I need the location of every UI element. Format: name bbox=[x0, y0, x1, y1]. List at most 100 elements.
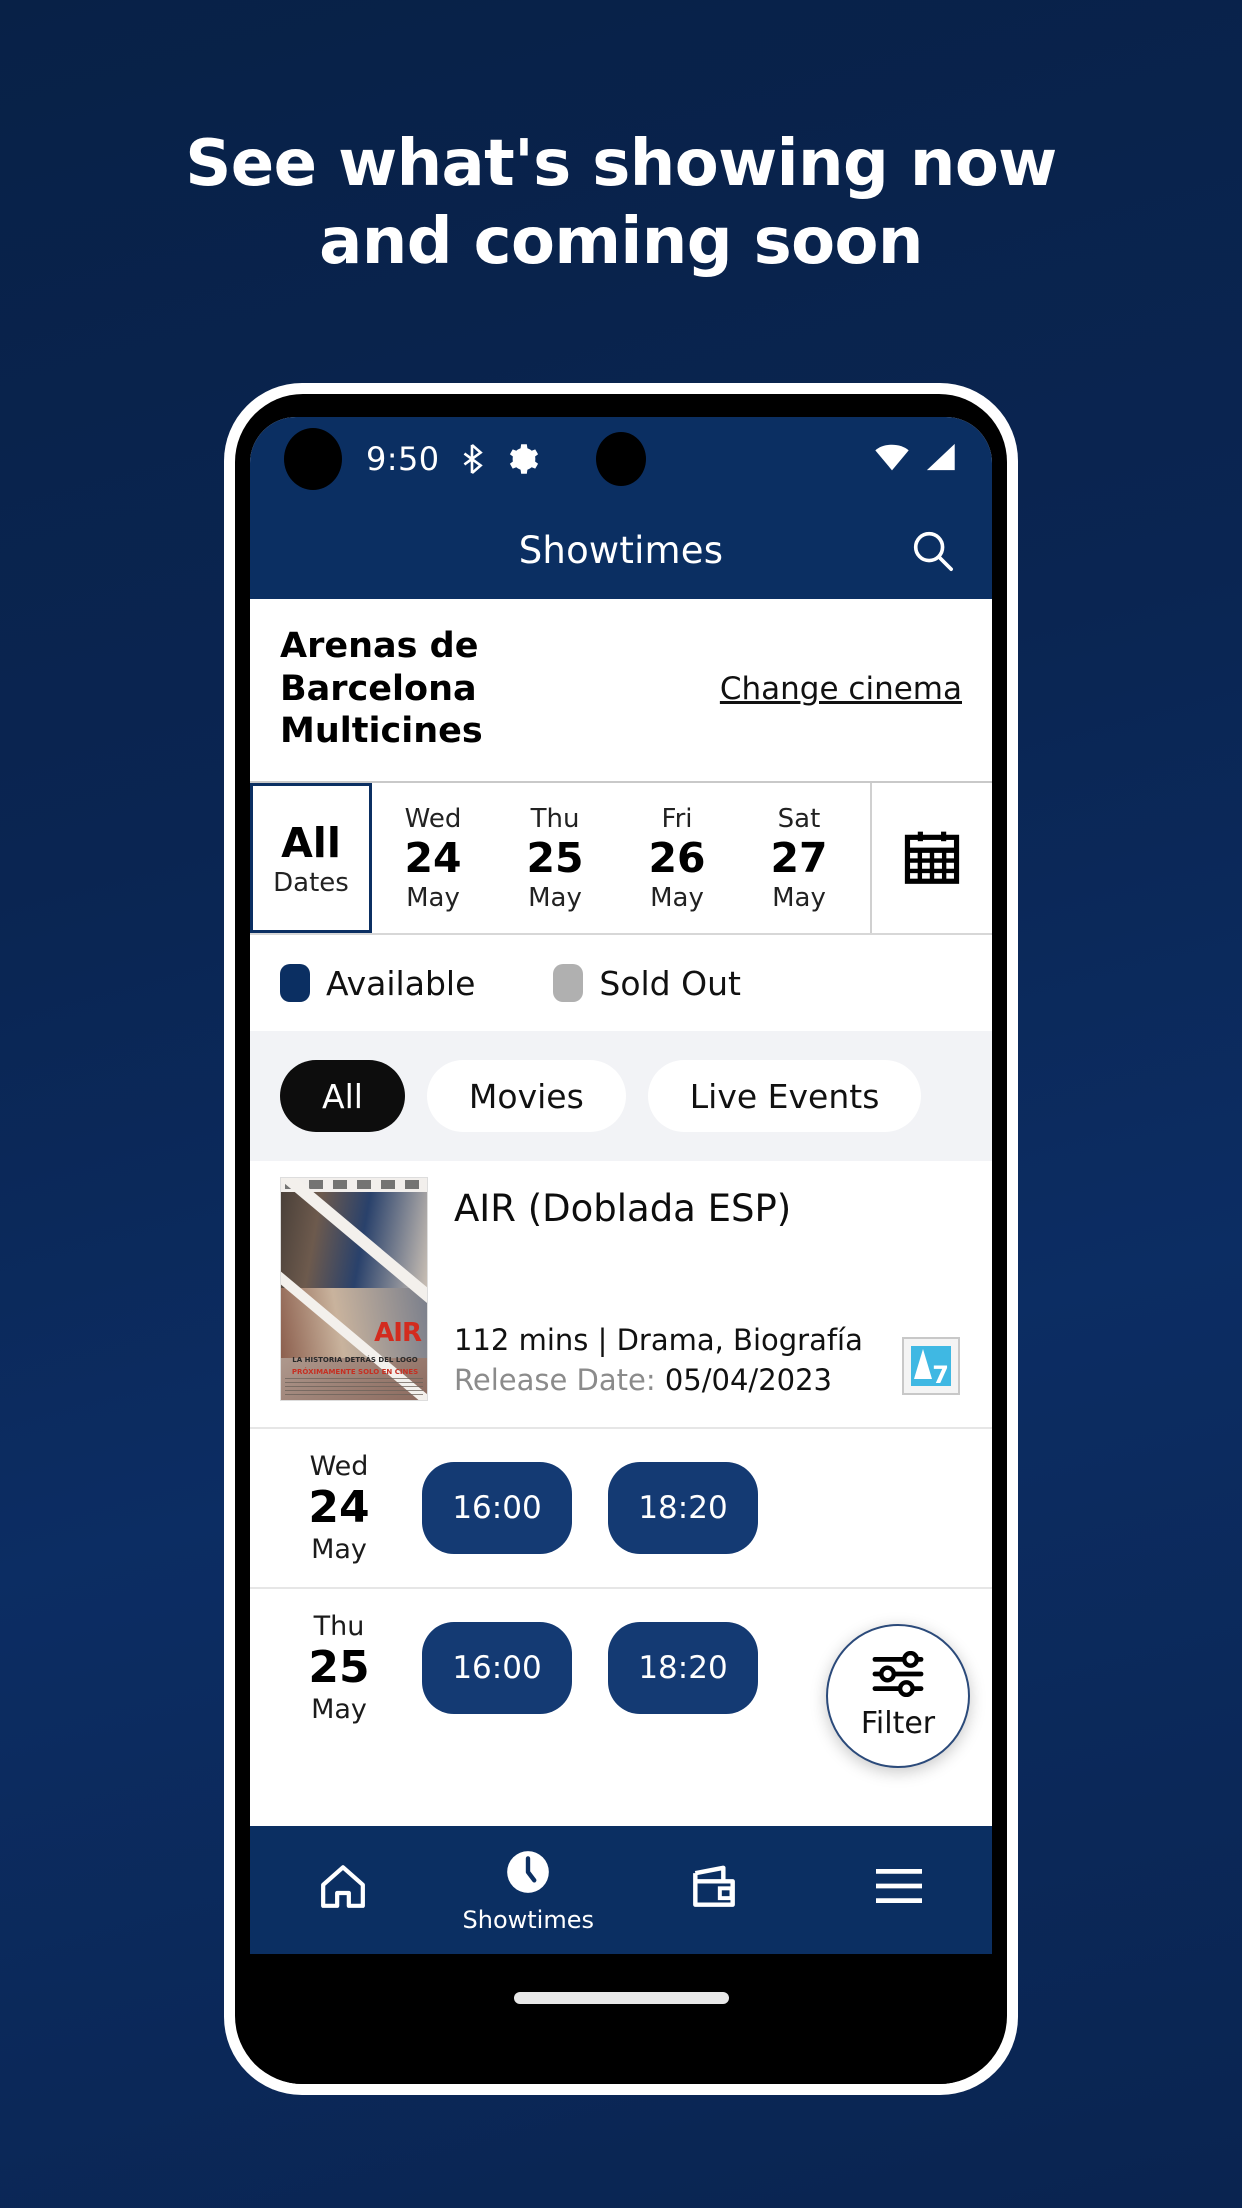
promo-headline-line2: and coming soon bbox=[319, 205, 923, 280]
signal-icon bbox=[922, 442, 958, 477]
showtime-pill[interactable]: 18:20 bbox=[608, 1621, 758, 1714]
cinema-name: Arenas de Barcelona Multicines bbox=[280, 626, 483, 752]
status-right-icons bbox=[872, 442, 958, 477]
release-label: Release Date: bbox=[454, 1363, 656, 1398]
date-cell-mon: May bbox=[528, 882, 582, 913]
hamburger-menu-icon bbox=[871, 1863, 927, 1914]
legend-soldout: Sold Out bbox=[553, 964, 741, 1003]
showtime-pill[interactable]: 18:20 bbox=[608, 1462, 758, 1555]
showtime-pill[interactable]: 16:00 bbox=[422, 1621, 572, 1714]
home-indicator[interactable] bbox=[513, 1992, 729, 2004]
nav-item-menu[interactable] bbox=[807, 1826, 993, 1954]
date-cell-27[interactable]: Sat 27 May bbox=[738, 783, 860, 933]
showtime-date: Thu 25 May bbox=[280, 1611, 398, 1725]
showtime-times: 16:00 18:20 bbox=[422, 1621, 758, 1714]
showtime-num: 24 bbox=[308, 1482, 370, 1534]
showtime-date: Wed 24 May bbox=[280, 1451, 398, 1565]
chip-movies[interactable]: Movies bbox=[426, 1060, 626, 1133]
date-cell-26[interactable]: Fri 26 May bbox=[616, 783, 738, 933]
date-cell-dow: Fri bbox=[661, 803, 693, 834]
date-cell-24[interactable]: Wed 24 May bbox=[372, 783, 494, 933]
movie-meta: 112 mins | Drama, Biografía bbox=[454, 1323, 863, 1358]
chip-live-events[interactable]: Live Events bbox=[647, 1060, 922, 1133]
date-cell-mon: May bbox=[406, 882, 460, 913]
wifi-icon bbox=[872, 442, 912, 477]
nav-item-home[interactable] bbox=[250, 1826, 436, 1954]
soldout-swatch bbox=[553, 964, 584, 1003]
showtime-dow: Wed bbox=[309, 1451, 369, 1483]
front-camera-left-icon bbox=[284, 428, 342, 490]
date-cell-num: 26 bbox=[648, 833, 706, 882]
nav-label-showtimes: Showtimes bbox=[462, 1905, 594, 1934]
showtime-mon: May bbox=[311, 1533, 367, 1565]
poster-subline: PRÓXIMAMENTE SOLO EN CINES bbox=[291, 1368, 419, 1377]
date-cell-num: 25 bbox=[526, 833, 584, 882]
available-swatch bbox=[280, 964, 310, 1003]
legend-available: Available bbox=[280, 964, 475, 1003]
available-label: Available bbox=[326, 963, 476, 1003]
movie-info: AIR (Doblada ESP) 112 mins | Drama, Biog… bbox=[428, 1177, 962, 1401]
date-cell-num: 24 bbox=[404, 833, 462, 882]
movie-card[interactable]: AIR LA HISTORIA DETRÁS DEL LOGO PRÓXIMAM… bbox=[250, 1161, 992, 1402]
date-cell-mon: May bbox=[772, 882, 826, 913]
nav-item-wallet[interactable] bbox=[621, 1826, 807, 1954]
home-icon bbox=[315, 1858, 371, 1919]
age-rating-badge: 7 bbox=[902, 1337, 960, 1396]
age-rating-inner: 7 bbox=[911, 1346, 951, 1390]
date-cell-num: 27 bbox=[770, 833, 828, 882]
bottle-icon bbox=[914, 1349, 932, 1380]
phone-screen: 9:50 Showtimes Arenas de Barcelona Multi… bbox=[250, 417, 992, 1954]
bluetooth-icon bbox=[459, 442, 485, 476]
front-camera-center-icon bbox=[596, 432, 646, 486]
availability-legend: Available Sold Out bbox=[250, 935, 992, 1032]
status-bar: 9:50 bbox=[250, 417, 992, 501]
page-title: Showtimes bbox=[518, 528, 724, 572]
phone-chin bbox=[250, 1954, 992, 2084]
date-cell-dow: Sat bbox=[777, 803, 821, 834]
date-cell-dow: Thu bbox=[530, 803, 580, 834]
date-cell-mon: May bbox=[650, 882, 704, 913]
chip-all[interactable]: All bbox=[280, 1060, 405, 1133]
clock-icon bbox=[503, 1847, 553, 1902]
soldout-label: Sold Out bbox=[599, 963, 741, 1003]
filter-fab[interactable]: Filter bbox=[826, 1624, 970, 1768]
phone-bezel: 9:50 Showtimes Arenas de Barcelona Multi… bbox=[235, 394, 1007, 2084]
calendar-icon[interactable] bbox=[870, 783, 992, 934]
poster-title: AIR bbox=[374, 1318, 422, 1349]
movie-poster[interactable]: AIR LA HISTORIA DETRÁS DEL LOGO PRÓXIMAM… bbox=[280, 1177, 428, 1402]
showtime-row: Wed 24 May 16:00 18:20 bbox=[250, 1427, 992, 1587]
bottom-navigation: Showtimes bbox=[250, 1826, 992, 1954]
showtime-pill[interactable]: 16:00 bbox=[422, 1462, 572, 1555]
poster-credits-block bbox=[285, 1378, 423, 1397]
change-cinema-link[interactable]: Change cinema bbox=[720, 671, 962, 707]
date-selector-strip[interactable]: All Dates Wed 24 May Thu 25 May Fri 26 M… bbox=[250, 783, 992, 936]
age-rating-number: 7 bbox=[932, 1361, 949, 1390]
showtime-dow: Thu bbox=[313, 1610, 365, 1642]
gear-icon bbox=[505, 442, 539, 476]
app-bar: Showtimes bbox=[250, 501, 992, 599]
showtime-mon: May bbox=[311, 1693, 367, 1725]
filter-fab-label: Filter bbox=[860, 1706, 936, 1741]
date-cell-num: All bbox=[281, 818, 341, 867]
poster-tagline: LA HISTORIA DETRÁS DEL LOGO bbox=[292, 1356, 418, 1365]
sliders-icon bbox=[870, 1650, 926, 1702]
date-cell-25[interactable]: Thu 25 May bbox=[494, 783, 616, 933]
movie-title: AIR (Doblada ESP) bbox=[454, 1187, 792, 1231]
cinema-selector-row: Arenas de Barcelona Multicines Change ci… bbox=[250, 599, 992, 784]
promo-headline-line1: See what's showing now bbox=[185, 127, 1057, 201]
release-date: 05/04/2023 bbox=[664, 1363, 832, 1398]
date-cell-mon: Dates bbox=[273, 867, 349, 898]
category-filter-chips: All Movies Live Events bbox=[250, 1031, 992, 1162]
phone-mockup: 9:50 Showtimes Arenas de Barcelona Multi… bbox=[224, 383, 1018, 2095]
wallet-icon bbox=[686, 1858, 742, 1919]
search-icon[interactable] bbox=[906, 524, 958, 576]
date-cell-all[interactable]: All Dates bbox=[250, 783, 372, 934]
status-time: 9:50 bbox=[366, 440, 440, 478]
promo-headline: See what's showing now and coming soon bbox=[0, 125, 1242, 281]
showtimes-list: AIR LA HISTORIA DETRÁS DEL LOGO PRÓXIMAM… bbox=[250, 1161, 992, 1826]
showtime-num: 25 bbox=[308, 1641, 370, 1693]
date-cell-dow: Wed bbox=[404, 803, 462, 834]
showtime-times: 16:00 18:20 bbox=[422, 1462, 758, 1555]
movie-release: Release Date: 05/04/2023 bbox=[454, 1363, 832, 1397]
nav-item-showtimes[interactable]: Showtimes bbox=[436, 1826, 622, 1954]
